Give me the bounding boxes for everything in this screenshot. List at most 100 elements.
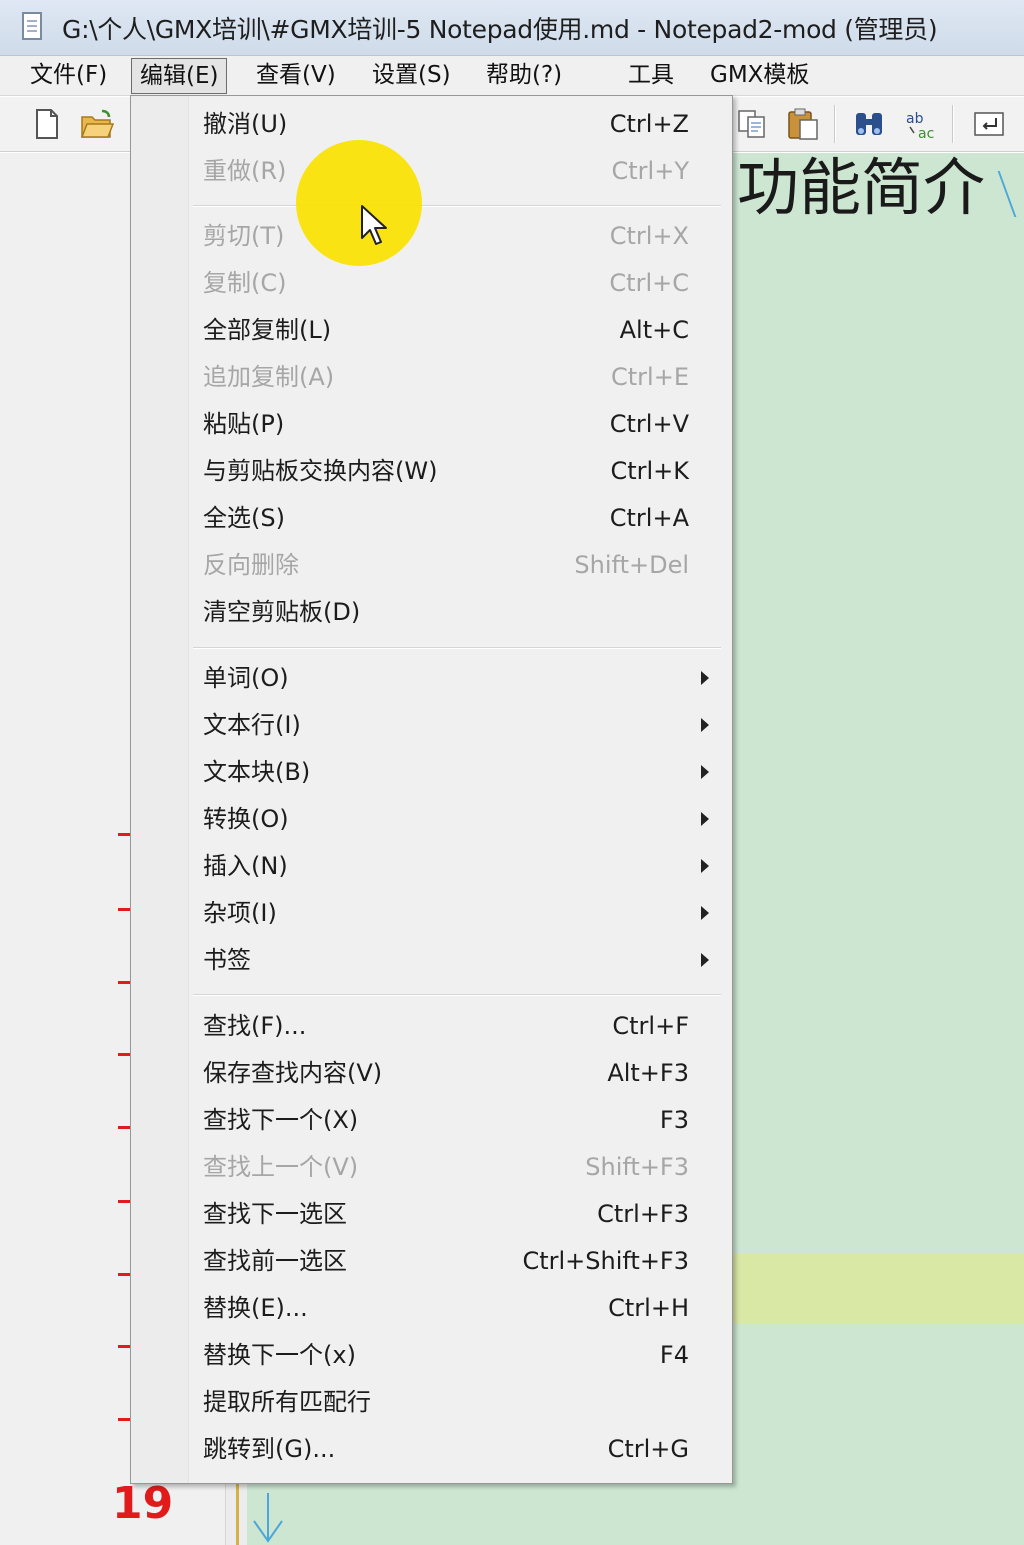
menu-item-label: 与剪贴板交换内容(W) xyxy=(203,457,438,485)
new-file-icon[interactable] xyxy=(30,107,64,141)
gutter-marker xyxy=(118,1053,130,1056)
menu-item-shortcut: Ctrl+V xyxy=(609,410,689,438)
heading-text: 功能简介 xyxy=(737,151,986,224)
menu-item-goto[interactable]: 跳转到(G)... Ctrl+G xyxy=(131,1427,731,1471)
menu-item-shortcut: Ctrl+C xyxy=(609,269,689,297)
gutter-marker xyxy=(118,1418,130,1421)
menu-item-label: 剪切(T) xyxy=(203,222,285,250)
toolbar-separator xyxy=(834,105,836,143)
menu-item-lines[interactable]: 文本行(I) xyxy=(131,703,731,747)
menu-tools[interactable]: 工具 xyxy=(620,58,682,94)
line-number: 19 xyxy=(112,1478,174,1529)
menu-file[interactable]: 文件(F) xyxy=(22,58,115,94)
submenu-arrow-icon xyxy=(701,859,709,873)
menu-help[interactable]: 帮助(?) xyxy=(478,58,570,94)
menu-item-label: 转换(O) xyxy=(203,805,289,833)
menu-item-label: 文本行(I) xyxy=(203,711,301,739)
menu-item-shortcut: Ctrl+F xyxy=(612,1012,689,1040)
menu-settings[interactable]: 设置(S) xyxy=(364,58,459,94)
replace-icon[interactable]: ab ac xyxy=(904,107,938,142)
menu-item-save-find-text[interactable]: 保存查找内容(V) Alt+F3 xyxy=(131,1051,731,1095)
menu-item-select-all[interactable]: 全选(S) Ctrl+A xyxy=(131,496,731,540)
cursor-highlight xyxy=(296,140,422,266)
gutter-marker xyxy=(118,908,130,911)
gutter-marker xyxy=(118,1200,130,1203)
menu-item-cut[interactable]: 剪切(T) Ctrl+X xyxy=(131,214,731,258)
menu-item-label: 查找(F)... xyxy=(203,1012,307,1040)
menu-item-find[interactable]: 查找(F)... Ctrl+F xyxy=(131,1004,731,1048)
menu-item-undo[interactable]: 撤消(U) Ctrl+Z xyxy=(131,102,731,146)
menu-item-label: 查找上一个(V) xyxy=(203,1153,359,1181)
menu-item-shortcut: Ctrl+F3 xyxy=(597,1200,689,1228)
menu-item-word[interactable]: 单词(O) xyxy=(131,656,731,700)
menu-item-label: 撤消(U) xyxy=(203,110,288,138)
gutter-marker xyxy=(118,1126,130,1129)
menu-item-shortcut: Alt+C xyxy=(619,316,689,344)
menu-item-redo[interactable]: 重做(R) Ctrl+Y xyxy=(131,149,731,193)
menu-item-label: 全部复制(L) xyxy=(203,316,332,344)
menu-item-label: 单词(O) xyxy=(203,664,289,692)
menu-separator xyxy=(193,205,721,207)
menu-item-paste[interactable]: 粘贴(P) Ctrl+V xyxy=(131,402,731,446)
menu-view[interactable]: 查看(V) xyxy=(248,58,344,94)
menu-item-reverse-delete[interactable]: 反向删除 Shift+Del xyxy=(131,543,731,587)
menu-item-copy[interactable]: 复制(C) Ctrl+C xyxy=(131,261,731,305)
menu-item-clear-clipboard[interactable]: 清空剪贴板(D) xyxy=(131,590,731,634)
menu-item-label: 查找下一选区 xyxy=(203,1200,347,1228)
menu-item-copy-all[interactable]: 全部复制(L) Alt+C xyxy=(131,308,731,352)
menu-item-replace[interactable]: 替换(E)... Ctrl+H xyxy=(131,1286,731,1330)
menu-item-label: 书签 xyxy=(203,946,251,974)
menu-item-replace-next[interactable]: 替换下一个(x) F4 xyxy=(131,1333,731,1377)
menu-item-shortcut: F4 xyxy=(659,1341,689,1369)
menu-item-copy-append[interactable]: 追加复制(A) Ctrl+E xyxy=(131,355,731,399)
menu-item-label: 提取所有匹配行 xyxy=(203,1388,371,1416)
open-folder-icon[interactable] xyxy=(80,107,115,141)
menu-item-find-prev-selection[interactable]: 查找前一选区 Ctrl+Shift+F3 xyxy=(131,1239,731,1283)
menu-item-find-previous[interactable]: 查找上一个(V) Shift+F3 xyxy=(131,1145,731,1189)
menu-item-label: 全选(S) xyxy=(203,504,285,532)
find-icon[interactable] xyxy=(852,107,886,141)
paste-icon[interactable] xyxy=(786,107,820,141)
menu-item-bookmarks[interactable]: 书签 xyxy=(131,938,731,982)
menu-item-label: 粘贴(P) xyxy=(203,410,285,438)
wrap-icon[interactable] xyxy=(972,107,1006,141)
menu-item-shortcut: Ctrl+G xyxy=(607,1435,689,1463)
menu-item-label: 杂项(I) xyxy=(203,899,277,927)
menu-item-label: 跳转到(G)... xyxy=(203,1435,336,1463)
copy-icon[interactable] xyxy=(736,107,770,141)
menu-item-label: 查找前一选区 xyxy=(203,1247,347,1275)
menu-item-shortcut: Shift+Del xyxy=(574,551,689,579)
gutter-marker xyxy=(118,833,130,836)
menu-gmx-templates[interactable]: GMX模板 xyxy=(702,58,817,94)
menu-item-label: 替换(E)... xyxy=(203,1294,308,1322)
menu-item-shortcut: Ctrl+Shift+F3 xyxy=(522,1247,689,1275)
submenu-arrow-icon xyxy=(701,718,709,732)
menu-item-shortcut: Ctrl+Y xyxy=(611,157,689,185)
menu-item-swap-clipboard[interactable]: 与剪贴板交换内容(W) Ctrl+K xyxy=(131,449,731,493)
menu-item-label: 文本块(B) xyxy=(203,758,311,786)
menu-item-label: 复制(C) xyxy=(203,269,287,297)
submenu-arrow-icon xyxy=(701,812,709,826)
menu-item-label: 替换下一个(x) xyxy=(203,1341,356,1369)
menu-item-shortcut: Ctrl+A xyxy=(609,504,689,532)
mouse-pointer-icon xyxy=(360,204,390,250)
menu-item-shortcut: Ctrl+K xyxy=(610,457,689,485)
down-arrow-icon xyxy=(248,1491,288,1545)
submenu-arrow-icon xyxy=(701,671,709,685)
menu-item-label: 查找下一个(X) xyxy=(203,1106,359,1134)
menu-item-find-next[interactable]: 查找下一个(X) F3 xyxy=(131,1098,731,1142)
menu-item-shortcut: Ctrl+E xyxy=(611,363,689,391)
menu-item-block[interactable]: 文本块(B) xyxy=(131,750,731,794)
gutter-marker xyxy=(118,1273,130,1276)
menu-item-shortcut: Alt+F3 xyxy=(607,1059,689,1087)
menu-item-find-next-selection[interactable]: 查找下一选区 Ctrl+F3 xyxy=(131,1192,731,1236)
menu-item-insert[interactable]: 插入(N) xyxy=(131,844,731,888)
menu-item-extract-matching-lines[interactable]: 提取所有匹配行 xyxy=(131,1380,731,1424)
menu-edit[interactable]: 编辑(E) xyxy=(131,58,228,94)
menu-separator xyxy=(193,647,721,649)
submenu-arrow-icon xyxy=(701,765,709,779)
menu-item-convert[interactable]: 转换(O) xyxy=(131,797,731,841)
svg-text:ab: ab xyxy=(906,111,924,127)
menu-item-misc[interactable]: 杂项(I) xyxy=(131,891,731,935)
menu-separator xyxy=(193,994,721,996)
